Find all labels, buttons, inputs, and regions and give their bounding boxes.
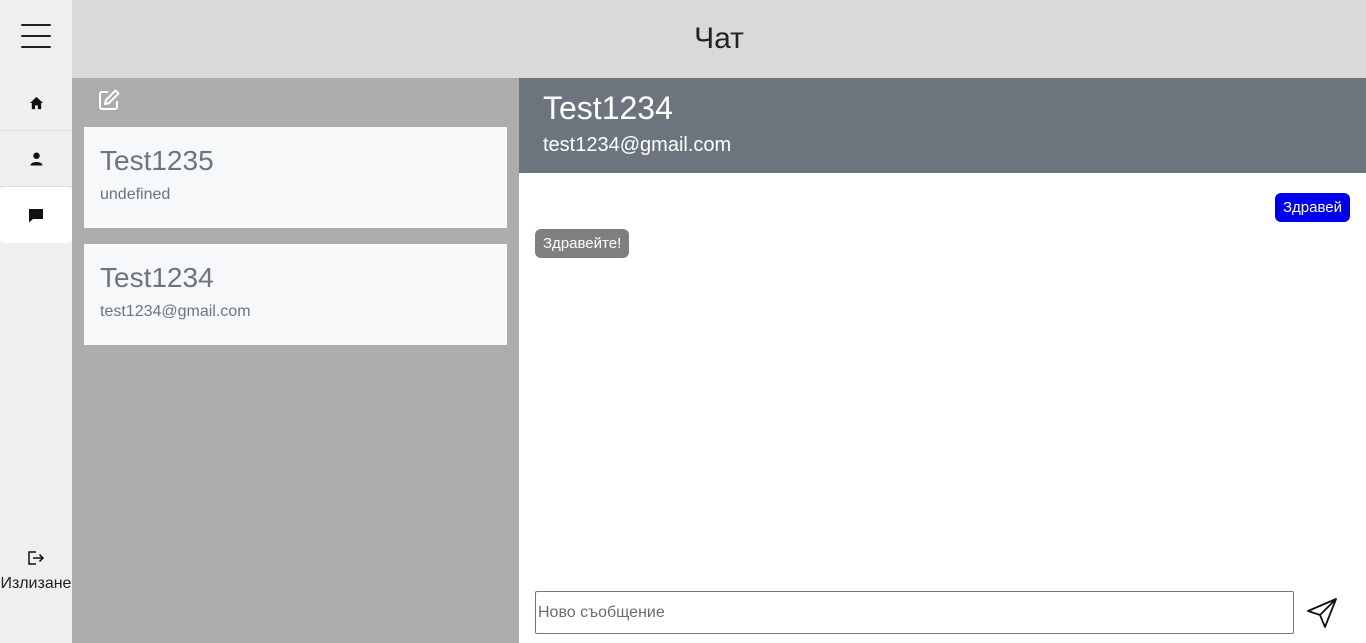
- contact-item[interactable]: Test1235 undefined: [84, 127, 507, 228]
- incoming-message: Здравейте!: [535, 229, 630, 258]
- chat-icon: [29, 209, 43, 223]
- page-title: Чат: [694, 22, 744, 55]
- contact-item[interactable]: Test1234 test1234@gmail.com: [84, 244, 507, 345]
- message-list: Здравей Здравейте!: [519, 173, 1366, 573]
- home-icon: [29, 96, 43, 109]
- logout-label: Излизане: [0, 575, 72, 592]
- send-icon[interactable]: [1305, 596, 1339, 630]
- message-input[interactable]: [535, 591, 1294, 634]
- sidebar-item-profile[interactable]: [0, 131, 72, 187]
- contact-name: Test1234: [100, 262, 214, 293]
- user-icon: [29, 152, 43, 165]
- sidebar: Излизане: [0, 0, 72, 643]
- topbar: Чат: [72, 0, 1366, 78]
- logout-button[interactable]: Излизане: [0, 550, 72, 593]
- menu-icon[interactable]: [21, 22, 51, 50]
- compose-icon[interactable]: [97, 88, 121, 112]
- contact-name: Test1235: [100, 145, 214, 176]
- logout-icon: [28, 551, 45, 565]
- contact-subtitle: test1234@gmail.com: [100, 303, 251, 320]
- outgoing-message: Здравей: [1274, 193, 1350, 222]
- contact-subtitle: undefined: [100, 186, 171, 203]
- contacts-panel: Test1235 undefined Test1234 test1234@gma…: [72, 78, 519, 643]
- chat-contact-name: Test1234: [543, 90, 673, 126]
- chat-contact-email: test1234@gmail.com: [543, 134, 732, 156]
- sidebar-item-chat[interactable]: [0, 187, 72, 243]
- chat-header: Test1234 test1234@gmail.com: [519, 78, 1366, 173]
- sidebar-item-home[interactable]: [0, 75, 72, 131]
